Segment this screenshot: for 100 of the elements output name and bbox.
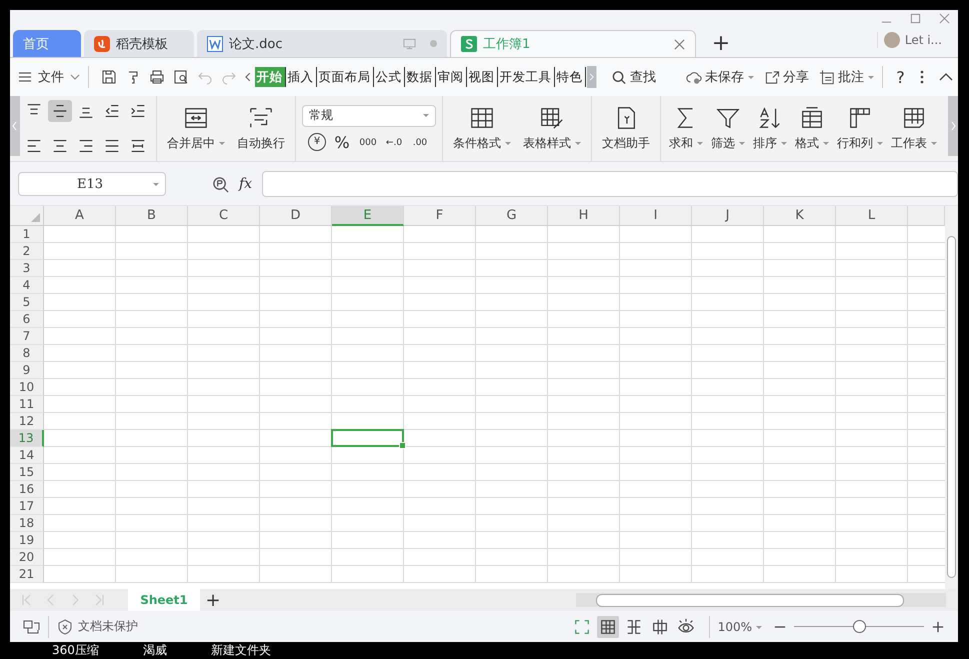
number-format-button[interactable]: ←.0 [384,132,404,152]
ribbon-button[interactable]: 文档助手 [598,105,654,152]
row-header[interactable]: 4 [10,277,44,294]
column-header[interactable]: D [260,206,332,226]
document-protection-status[interactable]: 文档未保护 [57,618,138,635]
ribbon-tab[interactable]: 视图 [466,67,498,87]
save-icon[interactable] [100,69,117,85]
row-header[interactable]: 17 [10,498,44,515]
view-icon [598,618,617,636]
cell-grid[interactable] [44,226,945,583]
column-header[interactable]: L [836,206,908,226]
close-icon[interactable] [939,13,950,24]
row-header[interactable]: 3 [10,260,44,277]
ribbon-button[interactable]: 条件格式 [449,105,515,152]
ribbon-button[interactable]: 筛选 [709,105,747,152]
number-format-dropdown[interactable]: 常规 [302,104,436,126]
zoom-in-icon[interactable] [932,620,944,632]
add-sheet-button[interactable]: + [200,590,226,610]
ribbon-button[interactable]: 合并居中 [163,105,229,152]
comment-icon [819,70,836,84]
column-header[interactable]: K [764,206,836,226]
alignment-button[interactable] [48,100,72,122]
help-button[interactable]: ? [891,68,910,86]
vertical-scrollbar[interactable] [945,206,958,589]
row-header[interactable]: 21 [10,566,44,583]
view-mode-button[interactable] [596,616,619,638]
column-header[interactable]: B [116,206,188,226]
ribbon-button[interactable]: 排序 [751,105,789,152]
column-header[interactable]: A [44,206,116,226]
number-format-button[interactable]: 000 [358,132,378,152]
row-header[interactable]: 10 [10,379,44,396]
zoom-icon[interactable] [212,176,229,192]
ribbon-tab[interactable]: 数据 [404,67,436,87]
ribbon-tab[interactable]: 页面布局 [316,67,374,87]
zoom-level[interactable]: 100% [718,620,762,634]
account-name[interactable]: Let i... [904,33,942,47]
ribbon-tab[interactable]: 公式 [374,67,405,87]
formula-input-field[interactable] [262,171,958,197]
row-header[interactable]: 20 [10,549,44,566]
number-format-button[interactable]: ¥ [308,132,326,150]
cloud-icon [686,70,702,84]
maximize-icon[interactable] [910,13,921,24]
row-header[interactable]: 15 [10,464,44,481]
number-format-button[interactable]: % [332,132,352,152]
view-icon [572,618,591,636]
ribbon-button[interactable]: 行和列 [835,105,885,152]
number-format-button[interactable]: .00 [410,132,430,152]
desktop-icon-label[interactable]: 渴威 [142,642,167,659]
dropdown-caret-icon [868,76,874,78]
function-label[interactable]: fx [239,176,252,192]
ribbon-button[interactable]: 格式 [793,105,831,152]
row-header[interactable]: 6 [10,311,44,328]
ribbon-button[interactable]: 求和 [667,105,705,152]
print-preview-icon[interactable] [172,69,189,85]
close-tab-icon[interactable] [674,38,685,50]
toolbar-action-button[interactable]: 分享 [764,68,810,86]
row-header[interactable]: 5 [10,294,44,311]
row-header[interactable]: 16 [10,481,44,498]
ribbon-tab[interactable]: 审阅 [436,67,467,87]
chevron-down-icon [70,74,80,80]
ribbon-tab[interactable]: 插入 [286,67,317,87]
ribbon-tab[interactable]: 特色 [554,67,586,87]
horizontal-scrollbar[interactable] [576,593,946,607]
menu-icon [18,71,32,83]
column-header[interactable]: H [548,206,620,226]
scroll-right-icon[interactable] [586,66,598,88]
column-header[interactable]: J [692,206,764,226]
desktop-icon-label[interactable]: 新建文件夹 [210,642,271,659]
column-header[interactable]: G [476,206,548,226]
ribbon-button[interactable]: 自动换行 [233,105,289,152]
find-button[interactable]: 查找 [611,68,656,86]
column-header[interactable]: I [620,206,692,226]
print-icon[interactable] [148,69,165,85]
column-header[interactable]: F [404,206,476,226]
row-header[interactable]: 11 [10,396,44,413]
file-menu-button[interactable]: 文件 [18,68,80,86]
toolbar-action-button[interactable]: 批注 [819,68,874,86]
row-header[interactable]: 1 [10,226,44,243]
document-tab[interactable]: 论文.doc [197,30,447,57]
new-tab-button[interactable]: + [699,30,743,57]
active-cell[interactable] [331,429,404,447]
ribbon-button[interactable]: 工作表 [889,105,939,152]
desktop-icon-label[interactable]: 360压缩 [52,642,99,659]
column-header[interactable]: C [188,206,260,226]
zoom-slider-thumb[interactable] [853,620,866,633]
ribbon-tab[interactable]: 开发工具 [498,67,555,87]
row-header[interactable]: 12 [10,413,44,430]
scroll-left-icon[interactable] [244,72,251,82]
row-header[interactable]: 7 [10,328,44,345]
row-header[interactable]: 14 [10,447,44,464]
row-header[interactable]: 2 [10,243,44,260]
row-header[interactable]: 18 [10,515,44,532]
row-header[interactable]: 8 [10,345,44,362]
ribbon-button[interactable]: 表格样式 [519,105,585,152]
toolbar-action-button[interactable]: 未保存 [686,68,754,86]
name-box[interactable]: E13 [18,172,166,196]
format-icon [799,105,825,131]
row-header[interactable]: 19 [10,532,44,549]
row-header[interactable]: 9 [10,362,44,379]
document-tab[interactable]: 稻壳模板 [84,30,194,57]
